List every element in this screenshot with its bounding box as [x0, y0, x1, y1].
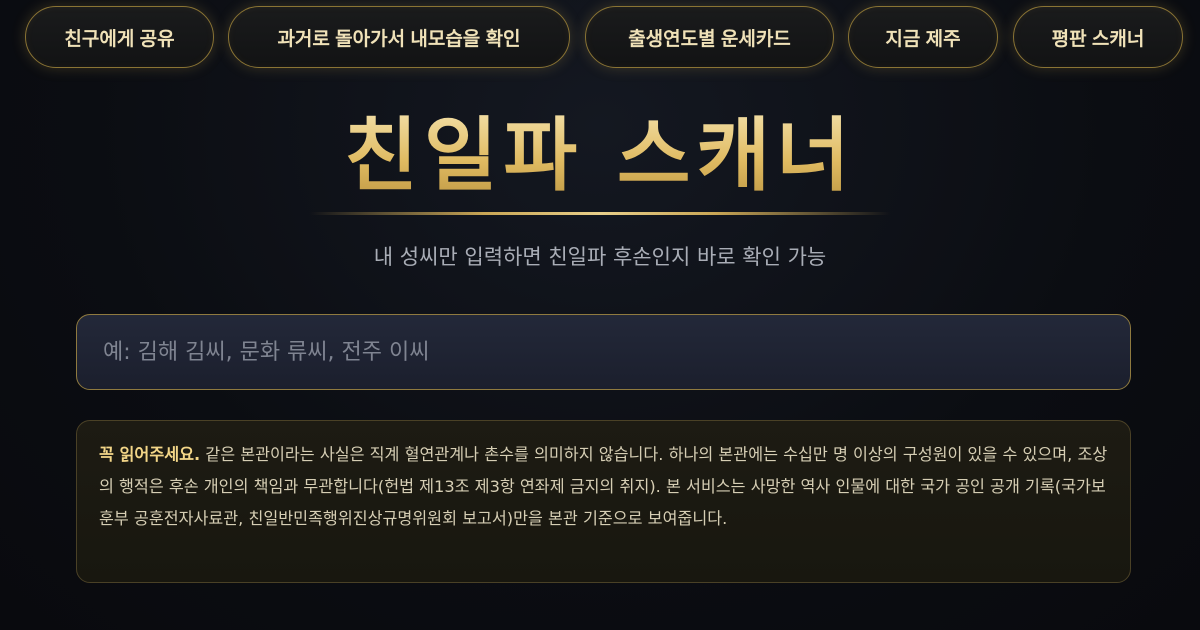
reputation-scanner-button[interactable]: 평판 스캐너: [1013, 6, 1183, 68]
page-subtitle: 내 성씨만 입력하면 친일파 후손인지 바로 확인 가능: [373, 245, 827, 269]
title-divider: [310, 212, 890, 215]
past-self-button[interactable]: 과거로 돌아가서 내모습을 확인: [228, 6, 570, 68]
share-with-friend-button[interactable]: 친구에게 공유: [25, 6, 214, 68]
top-nav: 친구에게 공유 과거로 돌아가서 내모습을 확인 출생연도별 운세카드 지금 제…: [0, 6, 1200, 72]
notice-box: 꼭 읽어주세요. 같은 본관이라는 사실은 직계 혈연관계나 촌수를 의미하지 …: [76, 420, 1131, 583]
surname-search-input[interactable]: [76, 314, 1131, 390]
page-title: 친일파 스캐너: [0, 100, 1200, 210]
now-jeju-button[interactable]: 지금 제주: [848, 6, 998, 68]
birth-year-fortune-button[interactable]: 출생연도별 운세카드: [585, 6, 834, 68]
notice-heading: 꼭 읽어주세요.: [99, 445, 201, 464]
page: 친구에게 공유 과거로 돌아가서 내모습을 확인 출생연도별 운세카드 지금 제…: [0, 0, 1200, 630]
notice-body: 같은 본관이라는 사실은 직계 혈연관계나 촌수를 의미하지 않습니다. 하나의…: [99, 445, 1108, 528]
